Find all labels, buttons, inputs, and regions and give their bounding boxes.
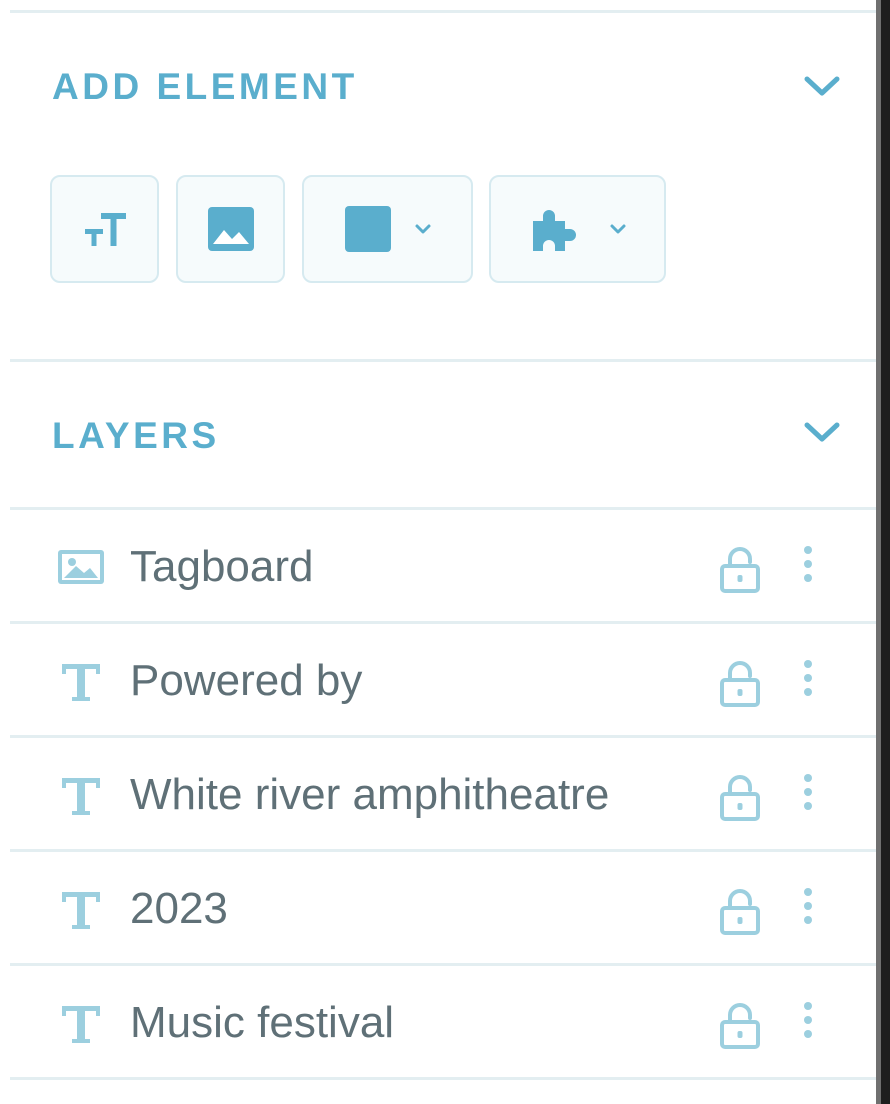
- layer-item-powered-by[interactable]: Powered by: [10, 624, 876, 738]
- chevron-down-icon: [415, 224, 430, 234]
- text-icon: [62, 892, 100, 929]
- puzzle-piece-icon: [532, 210, 576, 251]
- chevron-down-icon: [610, 224, 625, 234]
- lock-icon[interactable]: [720, 775, 760, 821]
- add-shape-button[interactable]: [302, 175, 473, 283]
- text-icon: [62, 1006, 100, 1043]
- add-text-button[interactable]: [50, 175, 159, 283]
- text-icon: [62, 664, 100, 701]
- layer-item-2023[interactable]: 2023: [10, 852, 876, 966]
- layers-title: LAYERS: [52, 415, 220, 456]
- more-options-icon[interactable]: [798, 544, 818, 596]
- top-divider: [10, 10, 876, 13]
- add-image-button[interactable]: [176, 175, 285, 283]
- more-options-icon[interactable]: [798, 886, 818, 938]
- editor-sidebar: ADD ELEMENT LAYERS Tagboard Powered by W…: [0, 0, 876, 1104]
- layer-label: Music festival: [130, 998, 395, 1047]
- image-icon: [58, 550, 104, 584]
- lock-icon[interactable]: [720, 1003, 760, 1049]
- window-edge: [876, 0, 890, 1104]
- more-options-icon[interactable]: [798, 772, 818, 824]
- lock-icon[interactable]: [720, 547, 760, 593]
- image-icon: [207, 207, 254, 251]
- layer-label: 2023: [130, 884, 228, 933]
- chevron-down-icon[interactable]: [802, 420, 842, 446]
- square-icon: [344, 206, 391, 252]
- layer-label: White river amphitheatre: [130, 770, 610, 819]
- text-size-icon: [84, 213, 126, 246]
- layer-label: Tagboard: [130, 542, 314, 591]
- layer-label: Powered by: [130, 656, 363, 705]
- text-icon: [62, 778, 100, 815]
- more-options-icon[interactable]: [798, 658, 818, 710]
- more-options-icon[interactable]: [798, 1000, 818, 1052]
- add-widget-button[interactable]: [489, 175, 666, 283]
- section-divider: [10, 359, 876, 362]
- lock-icon[interactable]: [720, 889, 760, 935]
- chevron-down-icon[interactable]: [802, 74, 842, 100]
- layer-item-tagboard[interactable]: Tagboard: [10, 510, 876, 624]
- layer-item-music-festival[interactable]: Music festival: [10, 966, 876, 1080]
- add-element-title: ADD ELEMENT: [52, 66, 358, 107]
- layer-item-white-river-amphitheatre[interactable]: White river amphitheatre: [10, 738, 876, 852]
- lock-icon[interactable]: [720, 661, 760, 707]
- row-divider: [10, 1077, 876, 1080]
